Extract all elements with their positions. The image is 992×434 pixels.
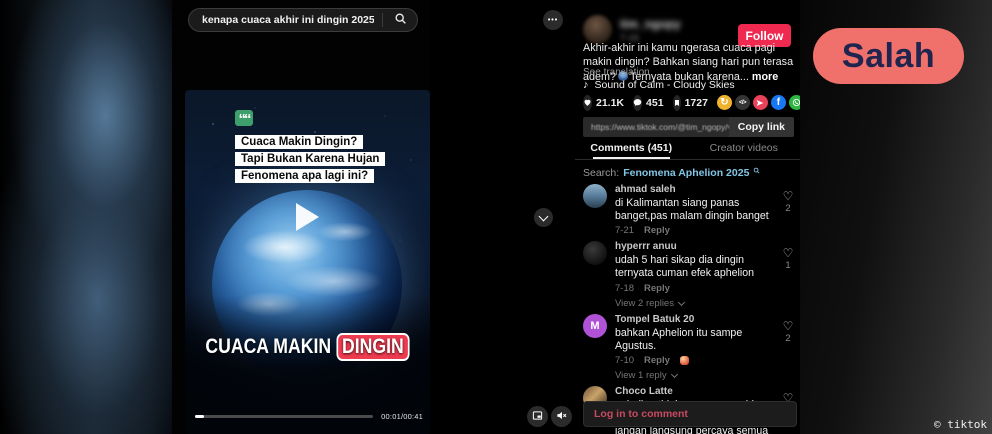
login-to-comment-bar[interactable]: Log in to comment (583, 401, 797, 427)
commenter-avatar[interactable] (583, 241, 607, 265)
video-quote-text: Cuaca Makin Dingin? Tapi Bukan Karena Hu… (235, 135, 385, 186)
search-suggestion-term: Fenomena Aphelion 2025 (623, 167, 749, 179)
comment-item: hyperrr anuu udah 5 hari sikap dia dingi… (583, 241, 797, 308)
copy-link-button[interactable]: Copy link (729, 117, 794, 137)
comment-date: 7-10 (615, 355, 634, 366)
comment-date: 7-18 (615, 283, 634, 294)
chevron-down-icon (678, 298, 685, 305)
comment-like-count: 1 (785, 260, 790, 271)
right-gradient-backdrop: Salah © tiktok (800, 0, 992, 434)
commenter-avatar[interactable] (583, 184, 607, 208)
comment-like-icon[interactable]: ♡ (783, 190, 794, 202)
video-progress-row: 00:01/00:41 (195, 412, 423, 421)
see-translation-link[interactable]: See translation (583, 67, 650, 78)
chevron-down-icon (671, 371, 678, 378)
view-replies-button[interactable]: View 2 replies (615, 298, 775, 309)
comment-like-icon[interactable]: ♡ (783, 320, 794, 332)
share-url: https://www.tiktok.com/@tim_ngopy/video/… (583, 122, 729, 132)
miniplayer-button[interactable] (527, 406, 548, 427)
scroll-down-button[interactable] (534, 208, 553, 227)
comment-list: ahmad saleh di Kalimantan siang panas ba… (583, 184, 797, 434)
comment-icon (633, 98, 642, 107)
comment-date: 7-21 (615, 225, 634, 236)
caption-more-link[interactable]: more (752, 71, 778, 83)
view-replies-button[interactable]: View 1 reply (615, 370, 775, 381)
search-bar[interactable] (188, 8, 418, 32)
commenter-avatar[interactable]: M (583, 314, 607, 338)
quote-line: Fenomena apa lagi ini? (235, 169, 374, 183)
comment-like-count: 2 (785, 333, 790, 344)
video-column: ““ Cuaca Makin Dingin? Tapi Bukan Karena… (172, 0, 430, 434)
creator-avatar[interactable] (583, 15, 612, 44)
search-suggestion[interactable]: Search: Fenomena Aphelion 2025 (583, 167, 760, 179)
comment-item: ahmad saleh di Kalimantan siang panas ba… (583, 184, 797, 236)
volume-muted-icon (556, 408, 567, 426)
verdict-badge: Salah (813, 28, 964, 84)
tab-comments[interactable]: Comments (451) (575, 139, 688, 159)
comment-like-icon[interactable]: ♡ (783, 247, 794, 259)
bookmark-icon (673, 99, 681, 107)
ellipsis-icon: ••• (548, 17, 558, 24)
reply-button[interactable]: Reply (644, 355, 670, 366)
commenter-name[interactable]: Tompel Batuk 20 (615, 314, 775, 325)
tab-creator-videos[interactable]: Creator videos (688, 139, 801, 159)
search-suggestion-icon (753, 165, 760, 177)
headline-highlight: DINGIN (336, 333, 410, 361)
search-icon (394, 12, 407, 28)
repost-icon[interactable]: ↻ (717, 95, 732, 110)
sound-title: Sound of Calm - Cloudy Skies (595, 79, 735, 91)
chevron-down-icon (539, 211, 549, 221)
quote-line: Cuaca Makin Dingin? (235, 135, 363, 149)
commenter-name[interactable]: hyperrr anuu (615, 241, 775, 252)
quote-line: Tapi Bukan Karena Hujan (235, 152, 385, 166)
search-input[interactable] (189, 14, 382, 26)
more-options-button[interactable]: ••• (543, 10, 563, 30)
video-progress-played (195, 415, 204, 418)
miniplayer-icon (532, 408, 543, 426)
reaction-emoji (680, 356, 689, 365)
mute-button[interactable] (551, 406, 572, 427)
video-progress-bar[interactable] (195, 415, 373, 418)
copy-link-bar: https://www.tiktok.com/@tim_ngopy/video/… (583, 117, 794, 137)
video-headline: CUACA MAKIN DINGIN (205, 333, 411, 361)
search-suggestion-prefix: Search: (583, 167, 619, 179)
commenter-name[interactable]: Choco Latte (615, 386, 775, 397)
play-icon[interactable] (296, 203, 319, 231)
post-detail-panel: tim_ngopy 7-15 Follow Akhir-akhir ini ka… (575, 0, 800, 434)
share-icons: ↻ </> f (717, 95, 800, 110)
creator-username[interactable]: tim_ngopy (620, 17, 681, 31)
login-prompt: Log in to comment (594, 408, 688, 420)
whatsapp-icon[interactable] (789, 95, 800, 110)
comment-text: bahkan Aphelion itu sampe Agustus. (615, 327, 775, 353)
comment-text: di Kalimantan siang panas banget,pas mal… (615, 197, 775, 223)
video-timestamp: 00:01/00:41 (381, 412, 423, 421)
comment-button[interactable] (633, 95, 642, 111)
music-note-icon: ♪ (583, 79, 589, 91)
screenshot-root: ““ Cuaca Makin Dingin? Tapi Bukan Karena… (0, 0, 992, 434)
embed-icon[interactable]: </> (735, 95, 750, 110)
comment-like-count: 2 (785, 203, 790, 214)
facebook-icon[interactable]: f (771, 95, 786, 110)
blurred-video-backdrop (0, 0, 172, 434)
send-to-friends-icon[interactable] (753, 95, 768, 110)
panel-tabs: Comments (451) Creator videos (575, 139, 800, 160)
image-credit: © tiktok (934, 418, 987, 431)
commenter-name[interactable]: ahmad saleh (615, 184, 775, 195)
like-button[interactable] (583, 95, 592, 111)
comment-text: udah 5 hari sikap dia dingin ternyata cu… (615, 254, 775, 280)
heart-icon (583, 98, 592, 107)
search-button[interactable] (383, 9, 417, 31)
bookmark-button[interactable] (673, 95, 681, 111)
engagement-row: 21.1K 451 1727 ↻ </> f (583, 94, 794, 111)
reply-button[interactable]: Reply (644, 283, 670, 294)
reply-button[interactable]: Reply (644, 225, 670, 236)
video-player[interactable]: ““ Cuaca Makin Dingin? Tapi Bukan Karena… (185, 90, 430, 434)
quote-icon: ““ (235, 110, 253, 126)
bookmark-count: 1727 (685, 97, 708, 109)
sound-row[interactable]: ♪ Sound of Calm - Cloudy Skies (583, 79, 735, 91)
comment-item: M Tompel Batuk 20 bahkan Aphelion itu sa… (583, 314, 797, 381)
comment-count: 451 (646, 97, 664, 109)
like-count: 21.1K (596, 97, 624, 109)
headline-text: CUACA MAKIN (205, 335, 331, 359)
